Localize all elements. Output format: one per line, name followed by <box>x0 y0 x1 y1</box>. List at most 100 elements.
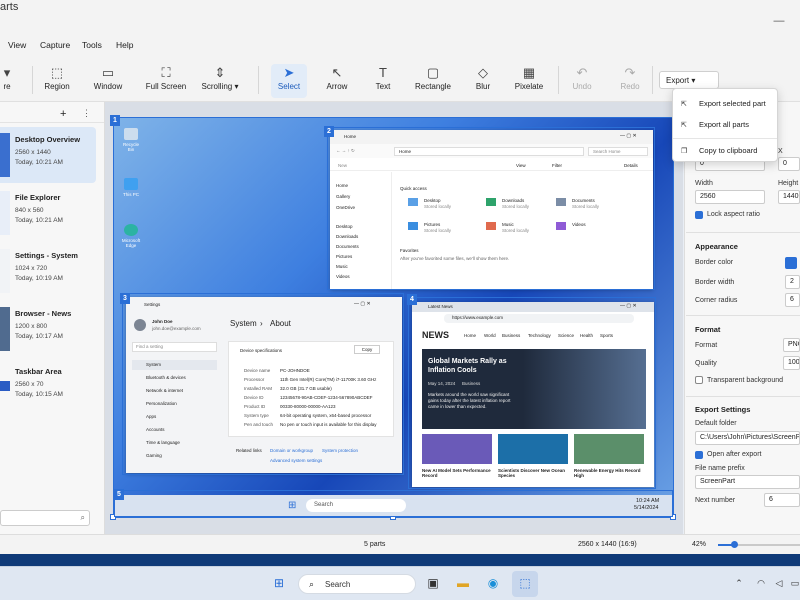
copy-clipboard-item[interactable]: ❐ Copy to clipboard <box>681 146 757 155</box>
window-tool[interactable]: ▭ Window <box>90 64 126 98</box>
export-all-item[interactable]: ⇱ Export all parts <box>681 120 749 129</box>
part-3-frame[interactable] <box>122 293 404 475</box>
format-label: Format <box>695 342 718 349</box>
search-icon: ⌕ <box>309 579 315 589</box>
more-options-icon[interactable]: ⋮ <box>82 108 91 119</box>
next-number-field[interactable]: 6 <box>764 493 800 507</box>
part-time: Today, 10:15 AM <box>15 391 63 398</box>
os-search-label: Search <box>325 580 351 589</box>
format-select[interactable]: PNG <box>783 338 800 352</box>
redo-tool[interactable]: ↷ Redo <box>618 64 642 98</box>
part-badge[interactable]: 3 <box>120 293 130 304</box>
border-color-label: Border color <box>695 259 734 266</box>
open-after-checkbox[interactable] <box>695 451 703 459</box>
corner-radius-field[interactable]: 6 <box>785 293 800 307</box>
wifi-icon[interactable]: ◠ <box>752 574 770 592</box>
export-all-icon: ⇱ <box>681 122 687 129</box>
chevron-down-icon: ▾ <box>691 76 696 85</box>
next-number-label: Next number <box>695 497 736 504</box>
part-item-browser-news[interactable]: Browser - News 1200 x 800 Today, 10:17 A… <box>0 301 96 357</box>
y-field[interactable]: 0 <box>778 157 800 171</box>
part-5-frame[interactable] <box>114 490 673 517</box>
rectangle-tool[interactable]: ▢ Rectangle <box>414 64 452 98</box>
pixelate-icon: ▦ <box>522 65 536 80</box>
add-part-button[interactable]: + <box>60 108 66 120</box>
default-folder-field[interactable]: C:\Users\John\Pictures\ScreenPart <box>695 431 800 445</box>
part-thumbnail <box>0 191 10 235</box>
part-badge[interactable]: 4 <box>407 294 417 305</box>
part-badge[interactable]: 1 <box>110 115 120 126</box>
border-color-swatch[interactable] <box>785 257 797 269</box>
minimize-button[interactable]: — <box>772 15 786 29</box>
part-time: Today, 10:19 AM <box>15 275 63 282</box>
edge-browser-icon[interactable]: ◉ <box>484 574 502 592</box>
part-item-desktop-overview[interactable]: Desktop Overview 2560 x 1440 Today, 10:2… <box>0 127 96 183</box>
part-item-file-explorer[interactable]: File Explorer 840 x 560 Today, 10:21 AM <box>0 185 96 241</box>
part-thumbnail <box>0 381 10 391</box>
zoom-slider-thumb[interactable] <box>731 541 738 548</box>
width-label: Width <box>695 180 713 187</box>
fullscreen-icon: ⛶ <box>161 65 171 80</box>
pixelate-tool[interactable]: ▦ Pixelate <box>514 64 544 98</box>
lock-aspect-checkbox[interactable] <box>695 211 703 219</box>
menu-view[interactable]: View <box>8 40 26 50</box>
parts-search-input[interactable]: ⌕ <box>0 510 90 526</box>
part-badge[interactable]: 5 <box>114 489 124 500</box>
zoom-level: 42% <box>692 541 707 548</box>
part-thumbnail <box>0 133 10 177</box>
export-button[interactable]: Export ▾ <box>659 71 719 89</box>
battery-icon[interactable]: ▭ <box>786 574 800 592</box>
clipboard-icon: ❐ <box>681 148 688 155</box>
chevron-up-icon[interactable]: ⌃ <box>730 574 748 592</box>
quality-field[interactable]: 100% <box>783 356 800 370</box>
export-selected-item[interactable]: ⇱ Export selected part <box>681 99 766 108</box>
menu-bar: View Capture Tools Help <box>0 34 800 56</box>
height-field[interactable]: 1440 <box>778 190 800 204</box>
recycle-bin-icon: Recycle Bin <box>120 128 142 152</box>
arrow-tool[interactable]: ↖ Arrow <box>322 64 352 98</box>
border-width-label: Border width <box>695 279 735 286</box>
default-folder-label: Default folder <box>695 420 737 427</box>
width-field[interactable]: 2560 <box>695 190 765 204</box>
file-explorer-icon[interactable]: ▬ <box>454 574 472 592</box>
part-name: Desktop Overview <box>15 135 81 144</box>
menu-tools[interactable]: Tools <box>82 40 102 50</box>
region-icon: ⬚ <box>50 65 64 80</box>
toolbar-divider <box>258 66 259 94</box>
appearance-heading: Appearance <box>695 242 738 251</box>
windows-start-icon[interactable]: ⊞ <box>270 574 288 592</box>
transparent-checkbox[interactable] <box>695 376 703 384</box>
undo-tool[interactable]: ↶ Undo <box>570 64 594 98</box>
window-title: arts <box>0 1 19 13</box>
part-name: File Explorer <box>15 193 61 202</box>
menu-help[interactable]: Help <box>116 40 133 50</box>
part-item-taskbar-area[interactable]: Taskbar Area 2560 x 70 Today, 10:15 AM <box>0 359 96 415</box>
file-prefix-label: File name prefix <box>695 465 745 472</box>
part-4-frame[interactable] <box>408 297 656 489</box>
part-2-frame[interactable] <box>327 127 655 290</box>
task-view-icon[interactable]: ▣ <box>424 574 442 592</box>
new-tool[interactable]: ▾ re <box>0 64 14 98</box>
fullscreen-tool[interactable]: ⛶ Full Screen <box>144 64 188 98</box>
region-tool[interactable]: ⬚ Region <box>40 64 74 98</box>
border-width-field[interactable]: 2 <box>785 275 800 289</box>
select-tool[interactable]: ➤ Select <box>271 64 307 98</box>
part-badge[interactable]: 2 <box>324 126 334 137</box>
sidebar-divider <box>0 122 104 123</box>
scrolling-icon: ⇕ <box>214 65 226 80</box>
scrolling-tool[interactable]: ⇕ Scrolling ▾ <box>196 64 244 98</box>
export-menu: ⇱ Export selected part ⇱ Export all parts … <box>672 88 778 162</box>
blur-tool[interactable]: ◇ Blur <box>472 64 494 98</box>
file-prefix-field[interactable]: ScreenPart <box>695 475 800 489</box>
undo-icon: ↶ <box>576 65 588 80</box>
screenpart-app-icon[interactable]: ⬚ <box>516 574 534 592</box>
part-name: Browser - News <box>15 309 72 318</box>
part-time: Today, 10:17 AM <box>15 333 63 340</box>
redo-icon: ↷ <box>624 65 636 80</box>
menu-capture[interactable]: Capture <box>40 40 70 50</box>
arrow-icon: ↖ <box>331 65 343 80</box>
text-tool[interactable]: T Text <box>372 64 394 98</box>
part-size: 2560 x 70 <box>15 381 44 388</box>
part-item-settings-system[interactable]: Settings - System 1024 x 720 Today, 10:1… <box>0 243 96 299</box>
os-search-box[interactable]: ⌕ Search <box>298 574 416 594</box>
